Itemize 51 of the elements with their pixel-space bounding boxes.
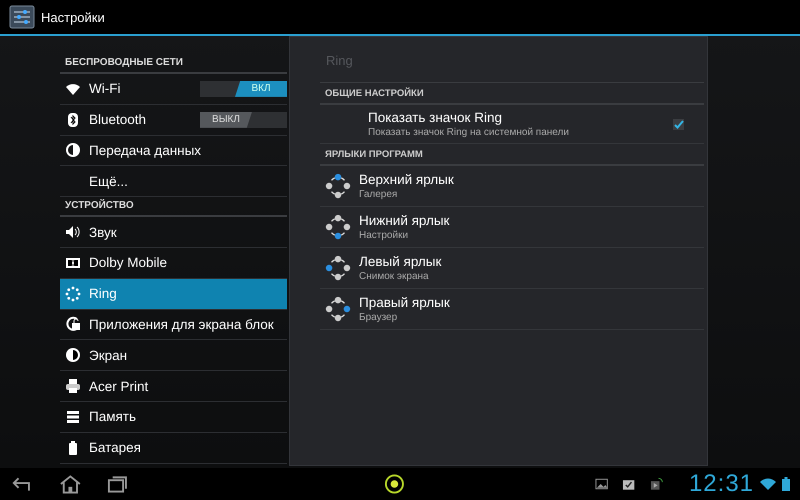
section-header: БЕСПРОВОДНЫЕ СЕТИ	[60, 54, 287, 74]
preference-summary: Показать значок Ring на системной панели	[368, 127, 569, 138]
shortcut-app: Браузер	[359, 312, 398, 323]
shortcut-app: Снимок экрана	[359, 271, 430, 282]
settings-item[interactable]: Acer Print	[60, 371, 287, 402]
settings-icon[interactable]	[9, 5, 35, 29]
speaker-icon	[65, 224, 81, 240]
ring-icon	[65, 286, 81, 302]
shortcut-title: Нижний ярлык	[359, 213, 450, 228]
shortcut-title: Правый ярлык	[359, 295, 450, 310]
preference-title: Показать значок Ring	[368, 110, 503, 125]
settings-item[interactable]: Wi-Fi	[89, 81, 120, 96]
settings-item[interactable]: Ring	[60, 278, 287, 310]
shortcut-row[interactable]: Нижний ярлык Настройки	[320, 207, 704, 248]
toggle-switch[interactable]: ВЫКЛ	[200, 112, 287, 128]
settings-item[interactable]: Ещё...	[60, 166, 287, 198]
checkbox[interactable]	[673, 118, 684, 130]
image-icon[interactable]	[595, 478, 608, 490]
bluetooth-icon	[65, 112, 81, 128]
battery-icon	[782, 477, 790, 491]
shortcut-title: Левый ярлык	[359, 254, 442, 269]
clock: 12:31	[688, 470, 754, 498]
pie-chart-icon	[65, 142, 81, 158]
shortcut-row[interactable]: Верхний ярлык Галерея	[320, 166, 704, 207]
shortcut-app: Галерея	[359, 189, 398, 200]
settings-item[interactable]: Приложения для экрана блок	[60, 310, 287, 340]
settings-item[interactable]: Звук	[60, 217, 287, 248]
back-icon[interactable]	[10, 475, 33, 493]
preference-row[interactable]: Показать значок Ring Показать значок Ring на системной панели	[320, 105, 704, 144]
settings-item[interactable]: Bluetooth	[89, 112, 146, 128]
ring-launcher-icon[interactable]	[384, 473, 406, 495]
shortcut-row[interactable]: Правый ярлык Браузер	[320, 289, 704, 330]
home-icon[interactable]	[58, 474, 82, 494]
shortcut-title: Верхний ярлык	[359, 172, 454, 187]
wifi-signal-icon	[760, 477, 776, 491]
settings-item[interactable]: Батарея	[60, 432, 287, 464]
shortcut-row[interactable]: Левый ярлык Снимок экрана	[320, 248, 704, 289]
section-header: УСТРОЙСТВО	[60, 197, 287, 218]
screen-title: Настройки	[41, 10, 105, 24]
settings-item[interactable]: Экран	[60, 340, 287, 372]
section-header: ОБЩИЕ НАСТРОЙКИ	[320, 83, 704, 105]
brightness-icon	[65, 347, 81, 364]
printer-icon	[65, 378, 81, 394]
section-header: ЯРЛЫКИ ПРОГРАММ	[320, 144, 704, 166]
settings-item[interactable]: Передача данных	[60, 136, 287, 166]
media-cast-icon[interactable]	[650, 477, 663, 491]
lock-icon	[65, 316, 81, 332]
recent-apps-icon[interactable]	[107, 475, 128, 493]
shortcut-app: Настройки	[359, 230, 410, 241]
storage-icon	[65, 408, 81, 425]
settings-item[interactable]: Память	[60, 402, 287, 433]
